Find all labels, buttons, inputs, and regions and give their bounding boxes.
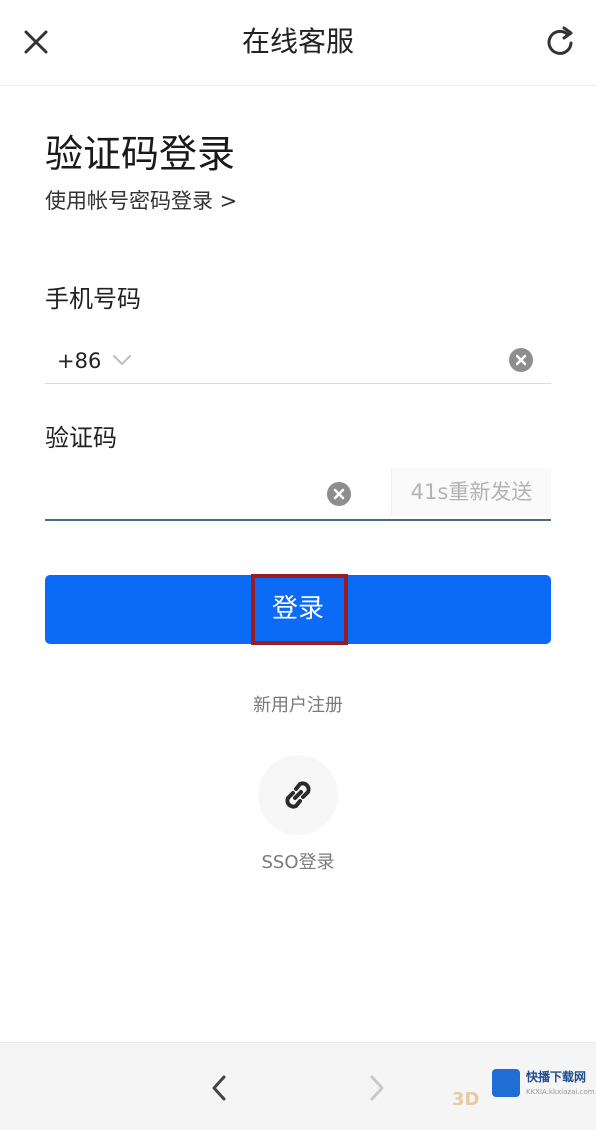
phone-label: 手机号码 <box>45 285 141 313</box>
sso-login-label[interactable]: SSO登录 <box>0 849 596 877</box>
header: 在线客服 <box>0 0 596 86</box>
watermark-brand: 快播下载网 <box>526 1070 587 1084</box>
phone-input[interactable] <box>155 342 495 380</box>
watermark-sub: KKXIA.kkxiazai.com <box>526 1088 595 1096</box>
country-code-select[interactable]: +86 <box>57 346 101 376</box>
watermark-tag: 3D <box>452 1089 480 1110</box>
code-input[interactable] <box>49 474 319 512</box>
phone-field: +86 <box>45 338 551 384</box>
login-button[interactable]: 登录 <box>45 575 551 644</box>
clear-code-icon[interactable] <box>327 482 351 506</box>
code-field: 41s重新发送 <box>45 466 551 521</box>
clear-phone-icon[interactable] <box>509 348 533 372</box>
resend-code-button[interactable]: 41s重新发送 <box>391 468 551 516</box>
refresh-icon[interactable] <box>542 24 578 60</box>
password-login-link[interactable]: 使用帐号密码登录 > <box>45 186 237 216</box>
code-label: 验证码 <box>45 424 117 452</box>
link-icon[interactable] <box>258 755 338 835</box>
browser-bottom-bar: 快播下载网 KKXIA.kkxiazai.com 3D <box>0 1042 596 1130</box>
login-title: 验证码登录 <box>45 132 236 176</box>
register-link[interactable]: 新用户注册 <box>0 692 596 720</box>
watermark-badge: 快播下载网 KKXIA.kkxiazai.com <box>492 1065 595 1105</box>
back-arrow-icon[interactable] <box>204 1071 234 1105</box>
forward-arrow-icon[interactable] <box>362 1071 392 1105</box>
chevron-down-icon[interactable] <box>111 350 133 370</box>
watermark-logo-icon <box>492 1069 520 1097</box>
page-header-title: 在线客服 <box>241 25 354 58</box>
